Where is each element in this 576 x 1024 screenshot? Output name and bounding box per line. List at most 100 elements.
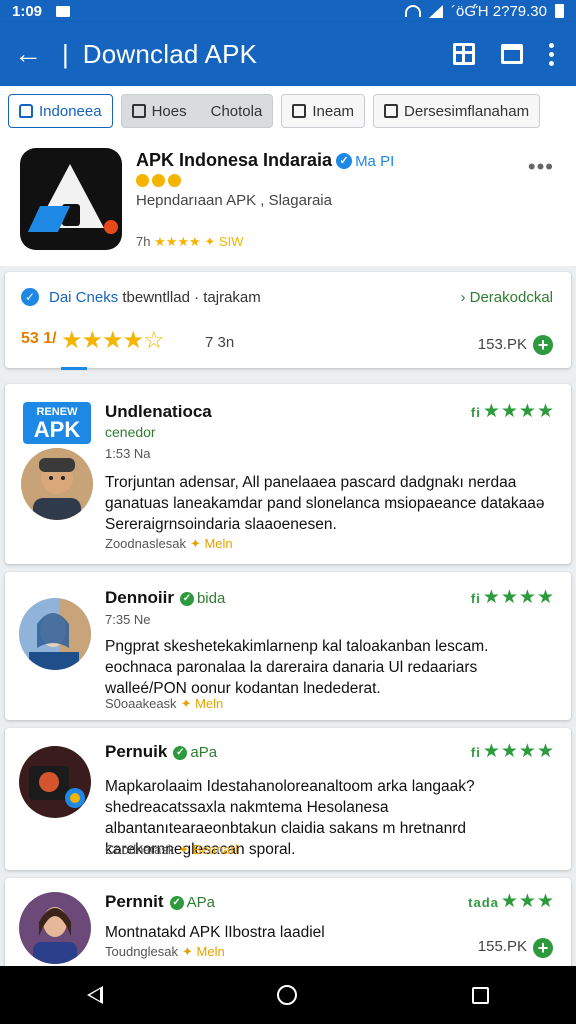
stars-glyphs: ★★★ — [500, 891, 555, 912]
scroll-indicator — [61, 367, 87, 370]
download-title: Dai Cneks tbewntllad · tajrakam — [49, 289, 261, 306]
helpful-button[interactable]: ✦ Meln — [182, 944, 225, 959]
check-circle-icon: ✓ — [21, 288, 39, 306]
gift-icon[interactable] — [453, 43, 475, 65]
app-meta: 7h ★★★★ ✦ SIW — [136, 234, 243, 250]
rating-stars: ★★★★☆ — [61, 327, 165, 354]
tab-indonesia[interactable]: Indoneea — [8, 94, 113, 128]
tab-dersesim[interactable]: Dersesimflanaham — [373, 94, 541, 128]
footer-text: S0oaakeask — [105, 696, 177, 711]
renew-apk-logo: RENEW APK — [23, 402, 91, 444]
more-horiz-icon[interactable]: ••• — [528, 154, 554, 180]
reviewer-tag: bida — [196, 590, 226, 607]
footer-text: Coodnatask — [105, 842, 175, 857]
tab-ineam[interactable]: Ineam — [281, 94, 366, 128]
logo-bottom-text: APK — [33, 417, 81, 442]
rating-value: 53 1/ — [21, 330, 57, 347]
review-card: RENEW APK Undlenatioca cenedor 1:53 Na f… — [5, 384, 571, 564]
app-badge: Ma PI — [355, 153, 395, 170]
review-footer: Zoodnaslesak ✦ Meln — [105, 536, 233, 552]
reviewer-name: Undlenatioca — [105, 402, 212, 421]
wifi-icon — [405, 5, 422, 17]
review-stars: fi ★★★★ — [471, 400, 555, 423]
tab-label: Hoes — [151, 102, 187, 120]
stars-glyphs: ★★★★ — [482, 587, 555, 608]
review-footer: Toudnglesak ✦ Meln — [105, 944, 225, 960]
reviewer-name-row: Pernnit ✓ APa — [105, 892, 215, 912]
more-vert-icon[interactable] — [549, 42, 554, 66]
helpful-button[interactable]: ✦ Meln — [181, 696, 224, 711]
reviewer-name: Pernnit — [105, 892, 164, 911]
footer-text: Toudnglesak — [105, 944, 178, 959]
review-stars: fi ★★★★ — [471, 740, 555, 763]
file-size: 155.PK — [477, 938, 527, 955]
app-bar: ← | Downclad APK — [0, 22, 576, 86]
helpful-button[interactable]: ✦ Meln — [190, 536, 233, 551]
reviewer-name: Dennoiir — [105, 588, 174, 607]
review-card: Pernnit ✓ APa tada ★★★ Montnatakd APK lIbos… — [5, 878, 571, 970]
nav-home-icon[interactable] — [277, 985, 298, 1005]
back-arrow-icon[interactable]: ← — [0, 22, 56, 86]
notification-icon — [56, 5, 71, 17]
filter-tabs: Indoneea Hoes Chotola Ineam Dersesimflan… — [0, 86, 576, 136]
app-name: APK Indonesa Indaraia — [136, 150, 333, 170]
reviewer-name-row: Dennoiir ✓ bida — [105, 588, 225, 608]
signal-icon — [429, 4, 444, 18]
book-icon — [131, 104, 146, 118]
file-size: 153.PK — [477, 336, 527, 353]
stars-glyphs: ★★★★ — [482, 401, 555, 422]
review-stars: fi ★★★★ — [471, 586, 555, 609]
review-stars: tada ★★★ — [468, 890, 555, 913]
add-icon[interactable]: + — [533, 335, 553, 355]
app-name-row: APK Indonesa Indaraia ✓ Ma PI — [136, 150, 394, 171]
status-text: ´öƓΉ 2?79.30 — [451, 2, 547, 20]
meta-suffix: ✦ SIW — [204, 234, 244, 249]
stars-prefix: fi — [470, 405, 481, 420]
status-bar: 1:09 ´öƓΉ 2?79.30 — [0, 0, 576, 22]
home-icon — [19, 104, 33, 118]
review-date: 1:53 Na — [105, 446, 151, 461]
tab-part: Hoes — [131, 102, 187, 120]
meta-stars: ★★★★ — [154, 234, 201, 249]
avatar — [19, 746, 91, 818]
review-footer: Coodnatask ✦ Beonarl — [105, 842, 238, 858]
tab-label: Ineam — [312, 102, 355, 120]
review-footer: S0oaakeask ✦ Meln — [105, 696, 223, 712]
stars-prefix: fi — [470, 591, 481, 606]
verified-icon: ✓ — [173, 745, 188, 760]
page-title: Downclad APK — [82, 38, 258, 69]
nav-recents-icon[interactable] — [471, 986, 489, 1004]
app-header: APK Indonesa Indaraia ✓ Ma PI Hepndarıaan … — [0, 136, 576, 266]
review-card: Pernuik ✓ aPa fi ★★★★ Mapkarolaaim Idestaha… — [5, 728, 571, 870]
reviewer-subtitle: cenedor — [105, 424, 156, 440]
helpful-button[interactable]: ✦ Beonarl — [178, 842, 237, 857]
verified-icon: ✓ — [179, 591, 194, 606]
review-card: Dennoiir ✓ bida 7:35 Ne fi ★★★★ Pngprat ske… — [5, 572, 571, 720]
tab-label: Chotola — [210, 102, 263, 120]
tab-hoes-chotola[interactable]: Hoes Chotola — [120, 94, 274, 128]
stars-prefix: tada — [468, 895, 499, 910]
battery-icon — [555, 4, 564, 18]
review-date: 7:35 Ne — [105, 612, 151, 627]
stars-glyphs: ★★★★ — [482, 741, 555, 762]
review-text: Trorjuntan adensar, All panelaaea pascar… — [105, 474, 545, 533]
reviewer-name-row: Pernuik ✓ aPa — [105, 742, 217, 762]
verified-icon: ✓ — [336, 153, 353, 170]
download-title-text: Dai Cneks — [49, 289, 119, 306]
review-text: Pngprat skeshetekakimlarnenp kal taloaka… — [105, 638, 489, 697]
rating-count: 7 3n — [205, 334, 235, 351]
download-link[interactable]: › Derakodckal — [460, 289, 553, 306]
footer-text: Zoodnaslesak — [105, 536, 186, 551]
reviewer-tag: APa — [186, 894, 215, 911]
add-icon[interactable]: + — [533, 938, 553, 958]
avatar — [19, 892, 91, 964]
reviewer-name: Pernuik — [105, 742, 168, 761]
checkbox-icon — [384, 104, 399, 118]
window-icon[interactable] — [501, 44, 523, 64]
title-divider: | — [62, 38, 69, 69]
download-card: ✓ Dai Cneks tbewntllad · tajrakam › Dera… — [5, 272, 571, 370]
download-subtitle: tbewntllad · tajrakam — [122, 289, 261, 306]
tab-label: Indoneea — [39, 102, 102, 120]
nav-back-icon[interactable] — [87, 986, 104, 1004]
avatar — [19, 598, 91, 670]
